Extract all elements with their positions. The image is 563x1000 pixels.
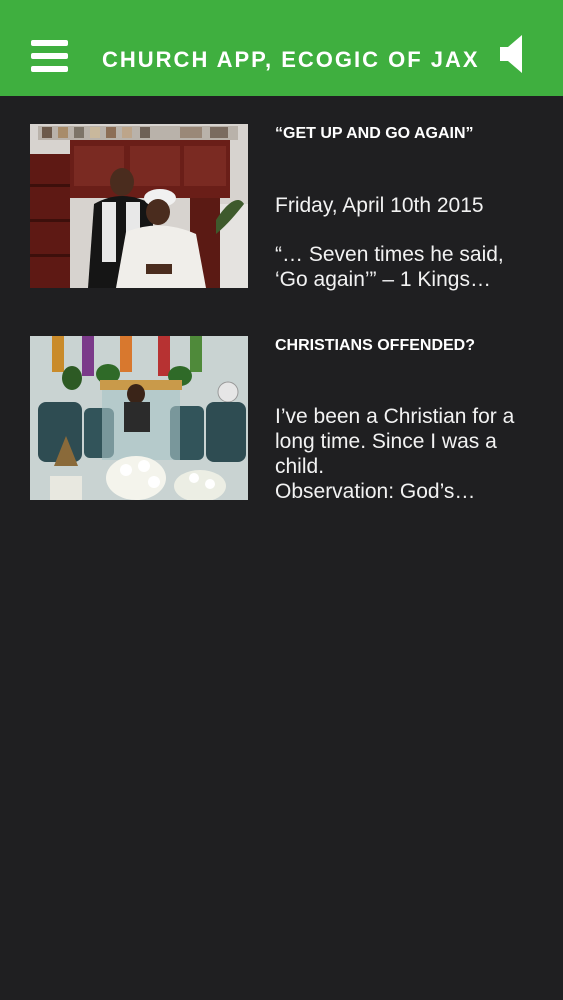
hamburger-menu-icon: [31, 40, 68, 46]
hamburger-menu-icon: [31, 66, 68, 72]
post-title: “GET UP AND GO AGAIN”: [275, 125, 474, 142]
app-title: CHURCH APP, ECOGIC OF JAX: [102, 47, 480, 72]
menu-button[interactable]: [28, 36, 72, 76]
app-header: CHURCH APP, ECOGIC OF JAX: [0, 0, 563, 96]
post-title: CHRISTIANS OFFENDED?: [275, 337, 475, 354]
post-date: Friday, April 10th 2015: [275, 194, 484, 217]
post-thumbnail: [30, 124, 248, 288]
post-thumbnail: [30, 336, 248, 500]
post-excerpt: “… Seven times he said, ‘Go again’” – 1 …: [275, 243, 504, 291]
post-item[interactable]: “GET UP AND GO AGAIN” Friday, April 10th…: [30, 124, 540, 299]
sound-button[interactable]: [496, 32, 532, 76]
post-item[interactable]: CHRISTIANS OFFENDED? I’ve been a Christi…: [30, 336, 540, 511]
speaker-icon: [500, 35, 522, 73]
post-excerpt: I’ve been a Christian for a long time. S…: [275, 405, 515, 503]
hamburger-menu-icon: [31, 53, 68, 59]
